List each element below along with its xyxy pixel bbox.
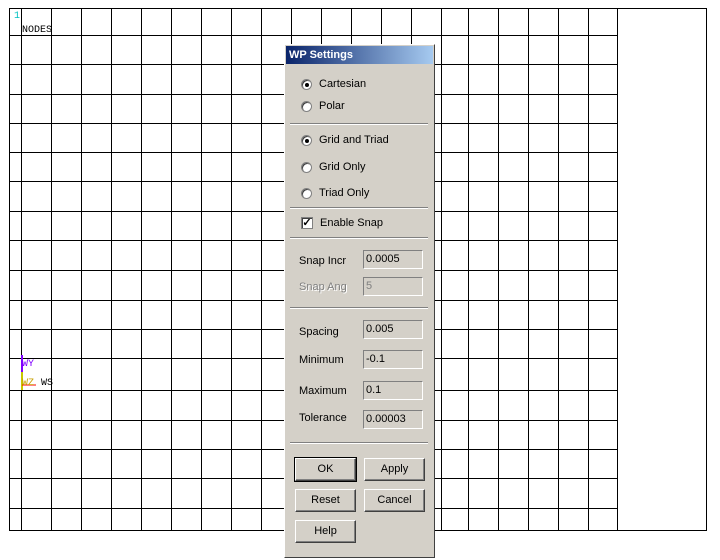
radio-grid-only[interactable]: Grid Only [301,159,365,175]
radio-button-icon[interactable] [301,100,312,112]
enable-snap-checkbox[interactable]: ✓ Enable Snap [301,215,383,231]
separator [290,307,428,309]
enable-snap-label: Enable Snap [320,217,383,229]
separator [290,207,428,209]
spacing-label: Spacing [299,326,339,338]
minimum-label: Minimum [299,354,344,366]
radio-button-icon[interactable] [301,161,312,173]
radio-button-icon[interactable] [301,187,312,199]
window-number: 1 [14,11,21,22]
separator [290,123,428,125]
tolerance-label: Tolerance [299,412,347,424]
snap-ang-label: Snap Ang [299,281,347,293]
radio-grid-and-triad-label: Grid and Triad [319,134,389,146]
plot-title: NODES [22,25,53,36]
minimum-input[interactable]: -0.1 [363,350,423,369]
checkbox-checked-icon[interactable]: ✓ [301,217,313,229]
snap-incr-input[interactable]: 0.0005 [363,250,423,269]
radio-polar[interactable]: Polar [301,98,345,114]
radio-grid-only-label: Grid Only [319,161,366,173]
wp-settings-dialog: WP Settings Cartesian Polar Grid and Tri… [284,44,435,558]
radio-button-icon[interactable] [301,134,312,146]
radio-polar-label: Polar [319,100,345,112]
radio-cartesian-label: Cartesian [319,78,367,90]
radio-button-icon[interactable] [301,78,312,90]
spacing-input[interactable]: 0.005 [363,320,423,339]
apply-button[interactable]: Apply [364,458,425,481]
separator [290,237,428,239]
snap-incr-label: Snap Incr [299,255,347,267]
snap-ang-input: 5 [363,277,423,296]
cancel-button[interactable]: Cancel [364,489,425,512]
reset-button[interactable]: Reset [295,489,356,512]
triad-z-label: WZ [22,378,35,389]
maximum-label: Maximum [299,385,347,397]
radio-triad-only[interactable]: Triad Only [301,185,369,201]
radio-cartesian[interactable]: Cartesian [301,76,366,92]
triad-y-label: WY [22,359,35,370]
triad-ws-label: WS [41,378,54,389]
help-button[interactable]: Help [295,520,356,543]
ok-button[interactable]: OK [294,457,357,482]
maximum-input[interactable]: 0.1 [363,381,423,400]
radio-triad-only-label: Triad Only [319,187,370,199]
dialog-titlebar[interactable]: WP Settings [286,46,433,64]
separator [290,442,428,444]
radio-grid-and-triad[interactable]: Grid and Triad [301,132,389,148]
tolerance-input[interactable]: 0.00003 [363,410,423,429]
